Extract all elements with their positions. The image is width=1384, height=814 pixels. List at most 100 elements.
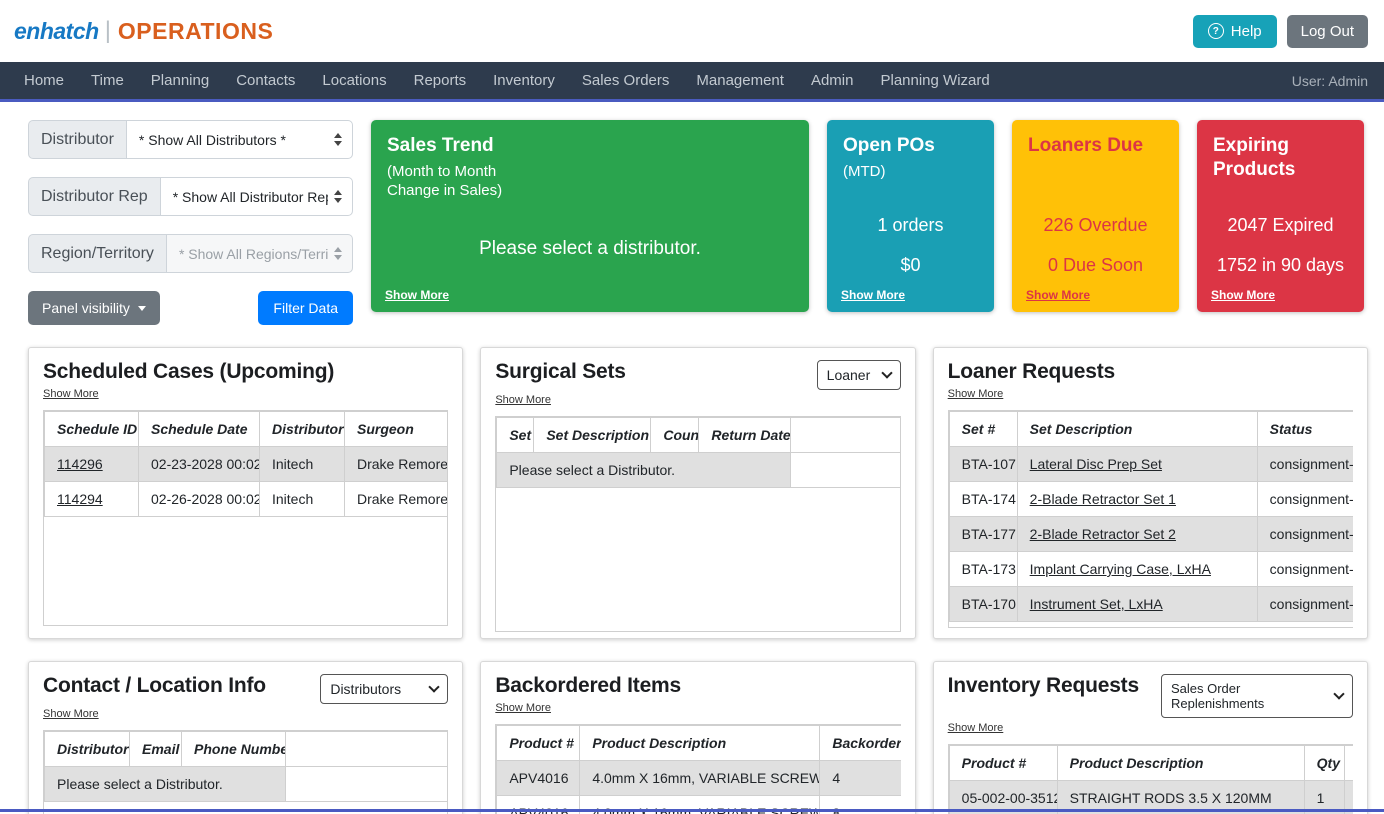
region-select-value: * Show All Regions/Territ <box>179 246 328 262</box>
open-pos-subtitle: (MTD) <box>843 162 978 182</box>
nav-item-locations[interactable]: Locations <box>322 72 386 89</box>
chevron-down-icon <box>881 367 892 378</box>
backordered-items-title: Backordered Items <box>495 674 900 698</box>
col-return-date: Return Date <box>699 418 791 453</box>
status-cell: consignment-pr <box>1257 552 1353 587</box>
distributor-cell: Initech <box>260 447 345 482</box>
select-distributor-message: Please select a Distributor. <box>497 453 791 488</box>
col-product-description: Product Description <box>1057 746 1304 781</box>
contact-location-type-select[interactable]: Distributors <box>320 674 448 704</box>
nav-item-planning[interactable]: Planning <box>151 72 209 89</box>
col-schedule-id: Schedule ID <box>45 412 139 447</box>
nav-item-home[interactable]: Home <box>24 72 64 89</box>
logo-operations: OPERATIONS <box>118 18 273 45</box>
nav-item-planning-wizard[interactable]: Planning Wizard <box>880 72 989 89</box>
set-description-link[interactable]: Implant Carrying Case, LxHA <box>1030 561 1211 577</box>
header-actions: ? Help Log Out <box>1193 15 1368 48</box>
sales-trend-show-more-link[interactable]: Show More <box>385 288 449 302</box>
loaner-requests-panel: Loaner Requests Show More Set # Set Desc… <box>933 347 1368 639</box>
col-set: Set <box>497 418 534 453</box>
surgical-sets-show-more-link[interactable]: Show More <box>495 394 551 406</box>
open-pos-card: Open POs (MTD) 1 orders $0 Show More <box>827 120 994 312</box>
col-distributor: Distributor <box>260 412 345 447</box>
set-description-link[interactable]: 2-Blade Retractor Set 2 <box>1030 526 1176 542</box>
set-description-link[interactable]: Instrument Set, LxHA <box>1030 596 1163 612</box>
table-header-row: Distributor Email Phone Number <box>45 732 449 767</box>
filler-cell <box>286 767 449 802</box>
set-number-cell: BTA-177 <box>949 517 1017 552</box>
backordered-qty-cell: 4 <box>820 761 901 796</box>
nav-item-admin[interactable]: Admin <box>811 72 854 89</box>
open-pos-amount: $0 <box>827 255 994 276</box>
surgical-sets-type-select[interactable]: Loaner <box>817 360 901 390</box>
open-pos-show-more-link[interactable]: Show More <box>841 288 905 302</box>
col-schedule-date: Schedule Date <box>139 412 260 447</box>
sales-trend-title: Sales Trend <box>387 134 793 158</box>
nav-item-reports[interactable]: Reports <box>414 72 467 89</box>
scheduled-cases-show-more-link[interactable]: Show More <box>43 388 99 400</box>
surgical-sets-type-value: Loaner <box>827 367 871 383</box>
distributor-filter-group: Distributor * Show All Distributors * <box>28 120 353 159</box>
main-content: Distributor * Show All Distributors * Di… <box>0 102 1384 814</box>
schedule-id-link[interactable]: 114296 <box>57 456 103 472</box>
bottom-edge-line <box>0 809 1384 812</box>
set-description-link[interactable]: Lateral Disc Prep Set <box>1030 456 1162 472</box>
inventory-requests-type-select[interactable]: Sales Order Replenishments <box>1161 674 1353 718</box>
scheduled-cases-panel: Scheduled Cases (Upcoming) Show More Sch… <box>28 347 463 639</box>
table-header-row: Schedule ID Schedule Date Distributor Su… <box>45 412 449 447</box>
expiring-products-show-more-link[interactable]: Show More <box>1211 288 1275 302</box>
nav-item-sales-orders[interactable]: Sales Orders <box>582 72 670 89</box>
distributor-rep-select-value: * Show All Distributor Rep <box>173 189 328 205</box>
open-pos-orders-count: 1 orders <box>827 215 994 236</box>
set-number-cell: BTA-174 <box>949 482 1017 517</box>
expiring-90-days-count: 1752 in 90 days <box>1197 255 1364 276</box>
sales-trend-subtitle: (Month to Month Change in Sales) <box>387 162 522 201</box>
region-select[interactable]: * Show All Regions/Territ <box>166 234 353 273</box>
loaners-due-show-more-link[interactable]: Show More <box>1026 288 1090 302</box>
loaners-due-soon-count: 0 Due Soon <box>1012 255 1179 276</box>
expired-count: 2047 Expired <box>1197 215 1364 236</box>
col-qty: Qty <box>1304 746 1344 781</box>
nav-item-time[interactable]: Time <box>91 72 124 89</box>
filler-cell <box>791 453 901 488</box>
inventory-requests-show-more-link[interactable]: Show More <box>948 722 1004 734</box>
distributor-select[interactable]: * Show All Distributors * <box>126 120 353 159</box>
distributor-rep-filter-label: Distributor Rep <box>28 177 160 216</box>
col-product-number: Product # <box>949 746 1057 781</box>
table-row: Please select a Distributor. <box>45 767 449 802</box>
logout-button[interactable]: Log Out <box>1287 15 1368 48</box>
panel-visibility-button[interactable]: Panel visibility <box>28 291 160 325</box>
backordered-items-show-more-link[interactable]: Show More <box>495 702 551 714</box>
open-pos-title: Open POs <box>843 134 978 158</box>
contact-location-show-more-link[interactable]: Show More <box>43 708 99 720</box>
table-header-row: Product # Product Description Backordere <box>497 726 901 761</box>
set-description-link[interactable]: 2-Blade Retractor Set 1 <box>1030 491 1176 507</box>
table-row: BTA-174 2-Blade Retractor Set 1 consignm… <box>949 482 1353 517</box>
table-row: BTA-173 Implant Carrying Case, LxHA cons… <box>949 552 1353 587</box>
nav-item-management[interactable]: Management <box>696 72 784 89</box>
distributor-rep-select[interactable]: * Show All Distributor Rep <box>160 177 353 216</box>
schedule-id-link[interactable]: 114294 <box>57 491 103 507</box>
nav-item-inventory[interactable]: Inventory <box>493 72 555 89</box>
expiring-products-title: Expiring Products <box>1213 134 1348 182</box>
help-button[interactable]: ? Help <box>1193 15 1277 48</box>
col-product-description: Product Description <box>580 726 820 761</box>
table-row: BTA-107 Lateral Disc Prep Set consignmen… <box>949 447 1353 482</box>
top-header: enhatch | OPERATIONS ? Help Log Out <box>0 0 1384 62</box>
contact-location-title: Contact / Location Info <box>43 674 266 698</box>
help-button-label: Help <box>1231 23 1262 40</box>
filter-data-button[interactable]: Filter Data <box>258 291 353 325</box>
col-surgeon: Surgeon <box>345 412 449 447</box>
loaner-requests-show-more-link[interactable]: Show More <box>948 388 1004 400</box>
col-product-number: Product # <box>497 726 580 761</box>
col-distributor: Distributor <box>45 732 130 767</box>
logo-divider: | <box>105 17 111 45</box>
status-cell: consignment-pr <box>1257 517 1353 552</box>
set-number-cell: BTA-170 <box>949 587 1017 622</box>
updown-caret-icon <box>334 133 342 146</box>
nav-item-contacts[interactable]: Contacts <box>236 72 295 89</box>
backordered-items-panel: Backordered Items Show More Product # Pr… <box>480 661 915 814</box>
help-icon: ? <box>1208 23 1224 39</box>
select-distributor-message: Please select a Distributor. <box>45 767 286 802</box>
table-header-row: Product # Product Description Qty S <box>949 746 1353 781</box>
